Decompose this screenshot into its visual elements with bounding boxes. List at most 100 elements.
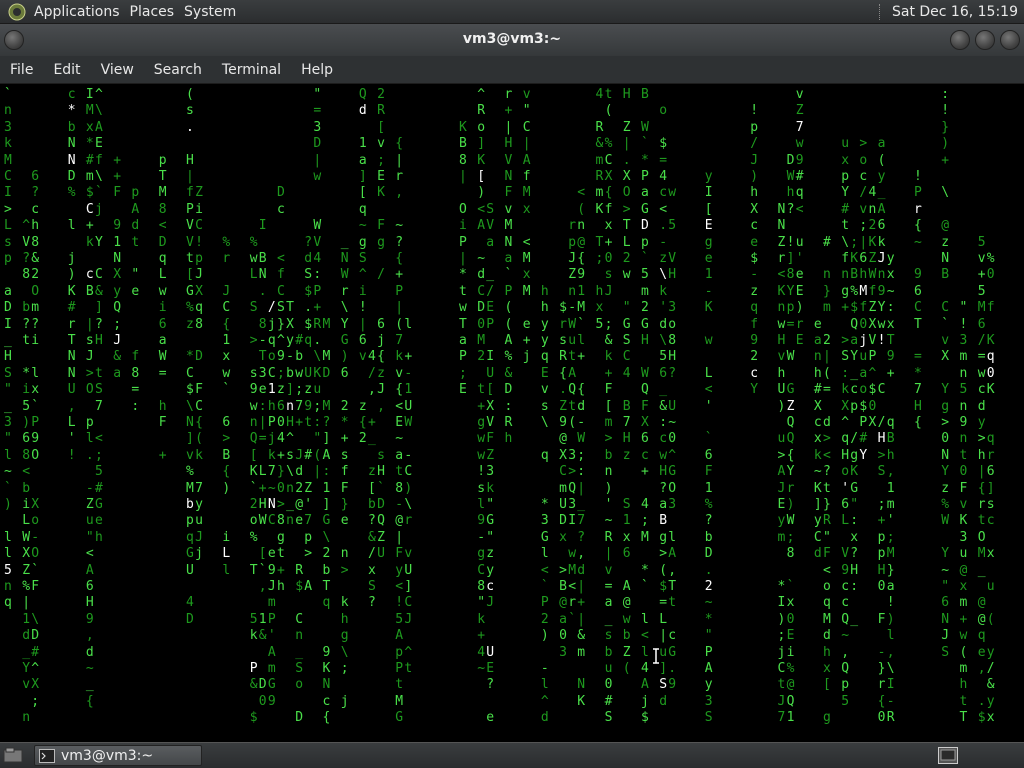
matrix-char: W bbox=[313, 218, 322, 234]
matrix-char: > bbox=[559, 562, 567, 578]
matrix-char: Z bbox=[622, 644, 631, 660]
matrix-char: p bbox=[786, 300, 795, 316]
matrix-char: C bbox=[404, 464, 413, 480]
matrix-char: ] bbox=[286, 382, 294, 398]
matrix-char: l bbox=[641, 611, 649, 627]
matrix-char: J bbox=[267, 579, 276, 594]
matrix-char: | bbox=[313, 464, 322, 480]
panel-clock[interactable]: Sat Dec 16, 15:19 bbox=[892, 4, 1024, 20]
matrix-char: I bbox=[4, 185, 12, 201]
matrix-char: 8 bbox=[31, 234, 40, 250]
matrix-char: d bbox=[131, 218, 140, 234]
matrix-char: X bbox=[31, 677, 40, 693]
matrix-char: H bbox=[841, 447, 850, 463]
matrix-char: $ bbox=[659, 579, 668, 594]
matrix-char: e bbox=[340, 513, 349, 529]
matrix-char: B bbox=[622, 398, 631, 414]
matrix-char: x bbox=[604, 218, 613, 234]
matrix-char: 5 bbox=[841, 693, 850, 709]
matrix-char: n bbox=[340, 546, 349, 562]
matrix-char: _ bbox=[850, 611, 859, 627]
matrix-char: J bbox=[195, 529, 203, 545]
matrix-char: p bbox=[304, 529, 313, 545]
matrix-char: < bbox=[395, 398, 404, 414]
minimize-button[interactable] bbox=[950, 30, 970, 50]
matrix-char: a bbox=[358, 152, 367, 168]
matrix-char: F bbox=[340, 480, 349, 496]
matrix-char: C bbox=[777, 661, 786, 676]
taskbar-window-button[interactable]: vm3@vm3:~ bbox=[34, 745, 202, 766]
matrix-char: \ bbox=[95, 169, 103, 184]
matrix-char: - bbox=[477, 529, 486, 545]
matrix-char: { bbox=[85, 693, 94, 709]
matrix-char: f bbox=[841, 251, 850, 266]
matrix-char: U bbox=[668, 398, 677, 414]
matrix-char: ! bbox=[395, 595, 404, 611]
matrix-char: v bbox=[358, 349, 367, 365]
matrix-char: 9 bbox=[577, 267, 586, 283]
matrix-char: P bbox=[504, 283, 513, 299]
matrix-char: ; bbox=[113, 316, 122, 332]
matrix-char: # bbox=[859, 431, 868, 447]
panel-menu-applications[interactable]: Applications bbox=[32, 4, 128, 20]
matrix-char: , bbox=[668, 562, 677, 578]
matrix-char: % bbox=[986, 251, 995, 266]
matrix-char: W bbox=[641, 119, 649, 135]
matrix-char: & bbox=[249, 677, 258, 693]
matrix-char: D bbox=[258, 677, 267, 693]
menu-terminal[interactable]: Terminal bbox=[212, 62, 291, 78]
matrix-char: 3 bbox=[668, 300, 677, 316]
matrix-char: o bbox=[477, 119, 486, 135]
menu-search[interactable]: Search bbox=[144, 62, 212, 78]
matrix-char: Q bbox=[568, 382, 577, 398]
matrix-char: z bbox=[486, 546, 495, 562]
matrix-char: 6 bbox=[85, 579, 94, 594]
matrix-char: 5 bbox=[977, 234, 986, 250]
panel-menu-places[interactable]: Places bbox=[128, 4, 183, 20]
matrix-char: h bbox=[823, 644, 831, 660]
matrix-char: H bbox=[622, 431, 631, 447]
terminal-area[interactable]: ` n 3 k M C I > Ls p a D I _ H S " _ 3 " l ~ `) l l 5 n q ^ V? 8 b? t * i 5… bbox=[0, 85, 1024, 741]
matrix-char: Z bbox=[22, 562, 31, 578]
matrix-char: t bbox=[959, 693, 968, 709]
window-titlebar[interactable]: vm3@vm3:~ bbox=[0, 24, 1024, 56]
matrix-char: l bbox=[4, 529, 12, 545]
matrix-char: \ bbox=[340, 644, 349, 660]
matrix-char: H bbox=[4, 349, 12, 365]
matrix-char: 6 bbox=[914, 283, 922, 299]
matrix-char: t bbox=[304, 415, 313, 430]
matrix-char: t bbox=[841, 218, 850, 234]
show-desktop-icon[interactable] bbox=[3, 746, 23, 764]
matrix-char: $ bbox=[559, 300, 567, 316]
panel-handle[interactable] bbox=[878, 3, 884, 20]
matrix-char: h bbox=[959, 677, 968, 693]
matrix-char: a bbox=[559, 611, 567, 627]
menu-view[interactable]: View bbox=[91, 62, 144, 78]
menu-edit[interactable]: Edit bbox=[43, 62, 90, 78]
matrix-char: q bbox=[267, 333, 276, 348]
menu-help[interactable]: Help bbox=[291, 62, 343, 78]
gnome-foot-icon[interactable] bbox=[6, 1, 28, 23]
panel-menu-system[interactable]: System bbox=[182, 4, 244, 20]
matrix-char: + bbox=[477, 628, 486, 644]
matrix-char: N bbox=[340, 251, 349, 266]
workspace-switcher-icon[interactable] bbox=[938, 747, 958, 764]
matrix-char: - bbox=[750, 267, 759, 283]
matrix-char: + bbox=[841, 300, 850, 316]
matrix-char: u bbox=[85, 513, 94, 529]
matrix-char: % bbox=[67, 185, 76, 201]
matrix-char: ` bbox=[4, 87, 12, 102]
matrix-char: + bbox=[313, 300, 322, 316]
matrix-char: z bbox=[941, 480, 950, 496]
close-button[interactable] bbox=[1000, 30, 1020, 50]
matrix-char: E bbox=[786, 628, 795, 644]
matrix-char: & bbox=[986, 677, 995, 693]
matrix-char: y bbox=[813, 513, 822, 529]
matrix-char: a bbox=[113, 365, 122, 381]
matrix-char: _ bbox=[340, 234, 349, 250]
matrix-char: 0 bbox=[859, 316, 868, 332]
menu-file[interactable]: File bbox=[0, 62, 43, 78]
matrix-char: C bbox=[477, 283, 486, 299]
matrix-char: ( bbox=[659, 562, 668, 578]
maximize-button[interactable] bbox=[975, 30, 995, 50]
